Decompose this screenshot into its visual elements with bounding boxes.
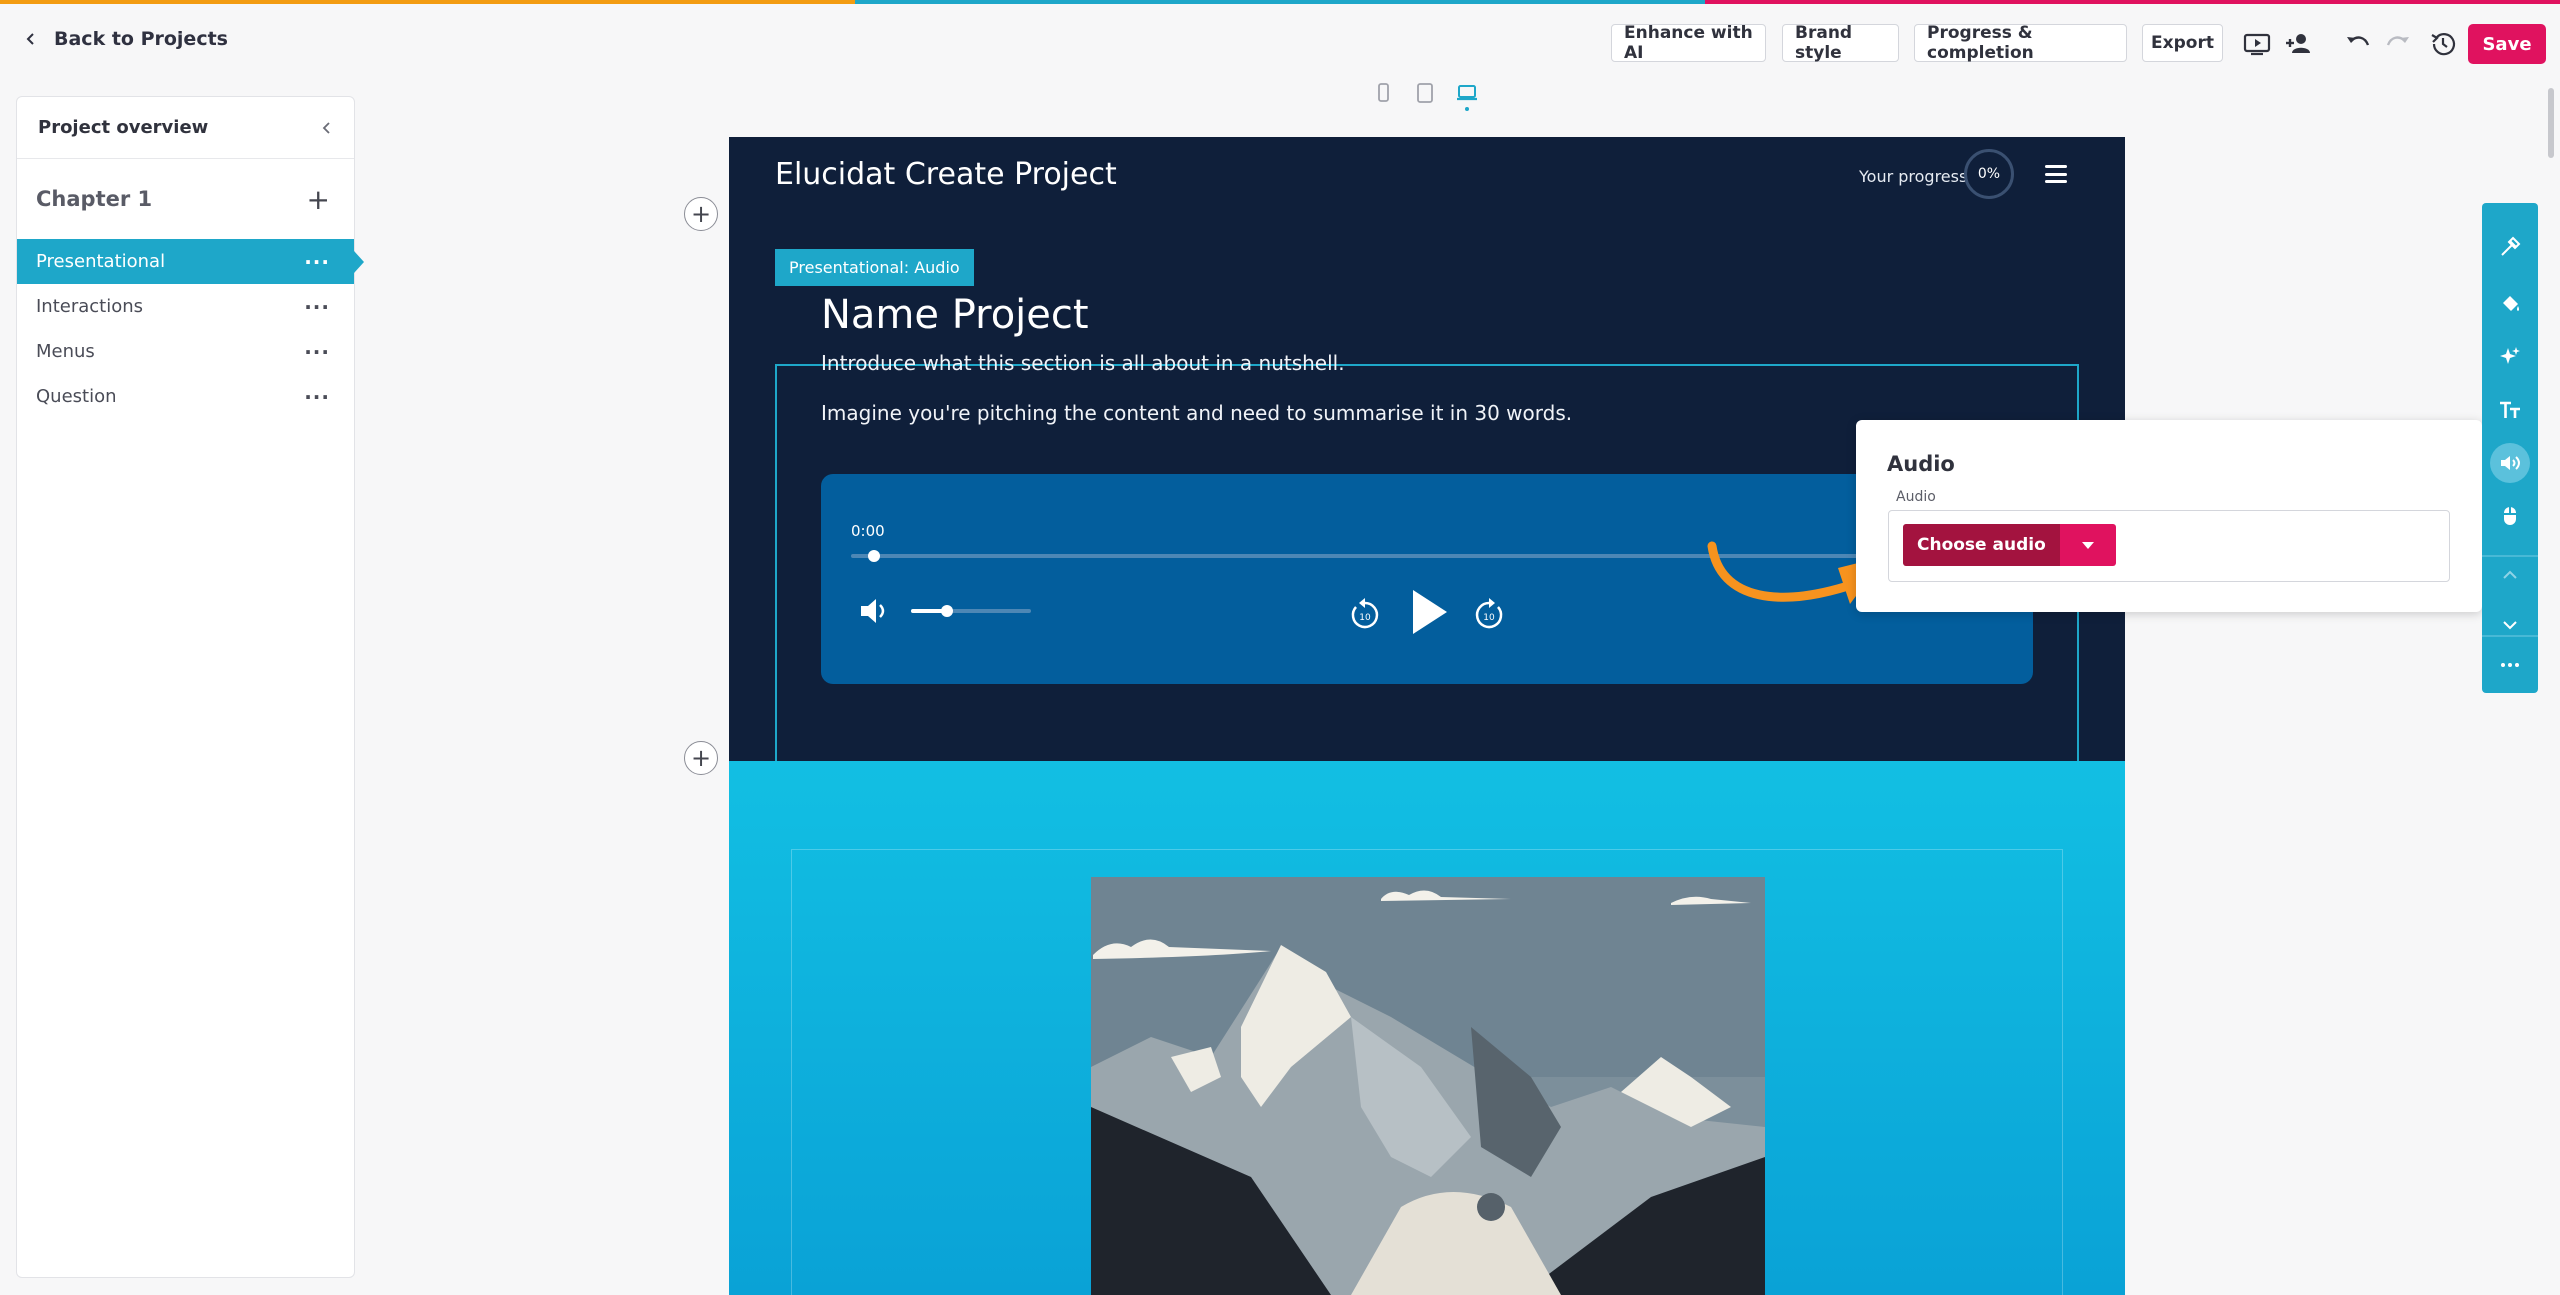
progress-value: 0% (1977, 166, 2001, 182)
back-to-projects-link[interactable]: Back to Projects (24, 28, 228, 50)
audio-panel-title: Audio (1887, 452, 1955, 476)
project-overview-sidebar: Project overview Chapter 1 + Presentatio… (16, 96, 364, 1278)
page-scrollbar[interactable] (2548, 88, 2554, 158)
project-canvas: Elucidat Create Project Your progress 0%… (729, 137, 2125, 1295)
top-bar: Back to Projects Enhance with AI Brand s… (0, 4, 2560, 80)
export-button[interactable]: Export (2142, 24, 2223, 62)
sidebar-header: Project overview (17, 97, 354, 159)
volume-handle[interactable] (941, 605, 953, 617)
more-options-icon[interactable]: ··· (304, 297, 330, 317)
mobile-icon[interactable] (1370, 80, 1396, 106)
sidebar-item-question[interactable]: Question ··· (17, 374, 354, 419)
sidebar-item-label: Presentational (36, 251, 166, 272)
volume-icon[interactable] (857, 594, 891, 628)
add-page-icon[interactable]: + (307, 183, 330, 216)
chevron-up-icon[interactable] (2490, 555, 2530, 595)
forward-seconds: 10 (1483, 613, 1495, 623)
menu-icon[interactable] (2045, 165, 2067, 183)
sidebar-item-menus[interactable]: Menus ··· (17, 329, 354, 374)
sparkles-icon[interactable] (2490, 337, 2530, 377)
undo-icon[interactable] (2340, 27, 2374, 61)
choose-audio-button-group: Choose audio (1903, 524, 2116, 566)
section-title[interactable]: Name Project (821, 292, 1089, 338)
selected-device-dot (1465, 107, 1469, 111)
progress-ring: 0% (1964, 149, 2014, 199)
chapter-title: Chapter 1 (36, 187, 153, 211)
more-options-icon[interactable]: ··· (304, 342, 330, 362)
section-summary-text[interactable]: Imagine you're pitching the content and … (821, 401, 1572, 425)
right-toolbar (2482, 203, 2538, 693)
sidebar-title: Project overview (38, 117, 209, 138)
sidebar-item-label: Menus (36, 341, 95, 362)
mountain-image (1091, 877, 1765, 1295)
desktop-icon[interactable] (1454, 80, 1480, 111)
selected-block-tag: Presentational: Audio (775, 249, 974, 286)
sidebar-item-interactions[interactable]: Interactions ··· (17, 284, 354, 329)
audio-settings-panel: Audio Audio Choose audio (1856, 420, 2482, 612)
sidebar-item-presentational[interactable]: Presentational ··· (17, 239, 364, 284)
volume-slider[interactable] (911, 605, 1031, 617)
caret-down-icon (2081, 541, 2094, 549)
image-section[interactable] (729, 761, 2125, 1295)
more-options-icon[interactable]: ··· (304, 387, 330, 407)
more-icon[interactable] (2490, 645, 2530, 685)
add-section-button[interactable]: + (684, 741, 718, 775)
toolbar-divider (2482, 635, 2538, 637)
save-button[interactable]: Save (2468, 24, 2546, 64)
rewind-seconds: 10 (1359, 613, 1371, 623)
rewind-10-icon[interactable]: 10 (1347, 593, 1383, 633)
add-user-icon[interactable] (2282, 27, 2316, 61)
audio-icon[interactable] (2490, 443, 2530, 483)
chevron-down-icon[interactable] (2490, 605, 2530, 645)
play-icon[interactable] (1407, 586, 1451, 638)
paint-bucket-icon[interactable] (2490, 284, 2530, 324)
audio-field-label: Audio (1896, 489, 1936, 505)
device-switch (1370, 80, 1480, 111)
eyedropper-icon[interactable] (2490, 227, 2530, 267)
preview-icon[interactable] (2240, 27, 2274, 61)
add-section-button[interactable]: + (684, 197, 718, 231)
audio-field: Choose audio (1888, 510, 2450, 582)
sidebar-item-label: Interactions (36, 296, 144, 317)
tablet-icon[interactable] (1412, 80, 1438, 106)
enhance-with-ai-button[interactable]: Enhance with AI (1611, 23, 1766, 63)
back-to-projects-label: Back to Projects (54, 28, 228, 50)
choose-audio-dropdown[interactable] (2059, 524, 2116, 566)
forward-10-icon[interactable]: 10 (1471, 593, 1507, 633)
progress-label: Your progress (1859, 167, 1968, 186)
section-intro-text[interactable]: Introduce what this section is all about… (821, 351, 1345, 375)
mouse-icon[interactable] (2490, 496, 2530, 536)
choose-audio-button[interactable]: Choose audio (1903, 524, 2060, 566)
project-header: Elucidat Create Project Your progress 0% (729, 137, 2125, 253)
seek-handle[interactable] (868, 550, 880, 562)
current-time: 0:00 (851, 522, 885, 540)
project-title: Elucidat Create Project (775, 157, 1117, 192)
more-options-icon[interactable]: ··· (304, 252, 330, 272)
redo-icon[interactable] (2382, 27, 2416, 61)
sidebar-item-label: Question (36, 386, 117, 407)
collapse-sidebar-icon[interactable] (320, 121, 334, 135)
brand-style-button[interactable]: Brand style (1782, 23, 1899, 63)
progress-completion-button[interactable]: Progress & completion (1914, 23, 2127, 63)
chevron-left-icon (26, 33, 34, 45)
history-icon[interactable] (2426, 27, 2460, 61)
text-size-icon[interactable] (2490, 390, 2530, 430)
chapter-row[interactable]: Chapter 1 + (17, 159, 354, 239)
